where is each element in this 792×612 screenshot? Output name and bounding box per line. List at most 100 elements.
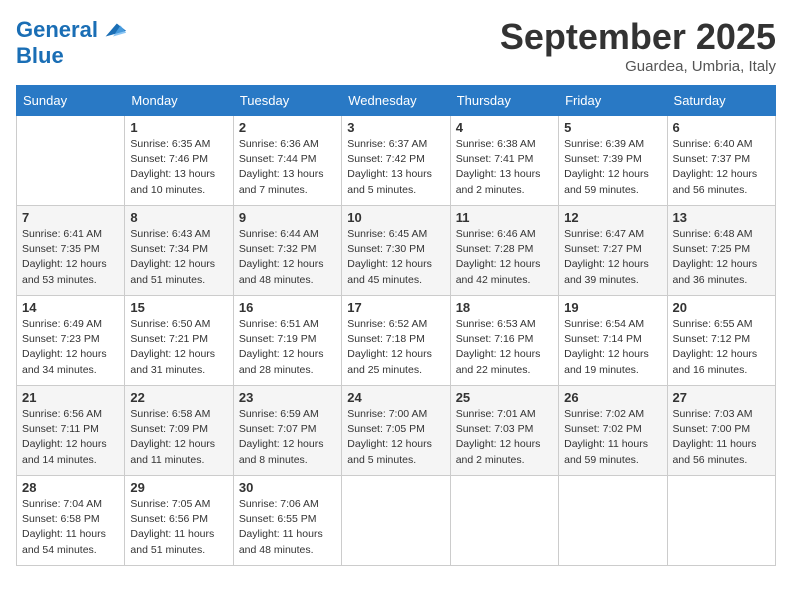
calendar-week-row: 1 Sunrise: 6:35 AMSunset: 7:46 PMDaylight…	[17, 116, 776, 206]
calendar-cell: 4 Sunrise: 6:38 AMSunset: 7:41 PMDaylight…	[450, 116, 558, 206]
cell-info: Sunrise: 7:04 AMSunset: 6:58 PMDaylight:…	[22, 497, 119, 558]
day-number: 22	[130, 390, 227, 405]
cell-info: Sunrise: 6:59 AMSunset: 7:07 PMDaylight:…	[239, 407, 336, 468]
calendar-week-row: 21 Sunrise: 6:56 AMSunset: 7:11 PMDayligh…	[17, 386, 776, 476]
calendar-cell: 12 Sunrise: 6:47 AMSunset: 7:27 PMDayligh…	[559, 206, 667, 296]
cell-info: Sunrise: 6:52 AMSunset: 7:18 PMDaylight:…	[347, 317, 444, 378]
header-day-tuesday: Tuesday	[233, 86, 341, 116]
day-number: 23	[239, 390, 336, 405]
logo-line1: General	[16, 17, 98, 42]
calendar-cell: 30Sunrise: 7:06 AMSunset: 6:55 PMDayligh…	[233, 476, 341, 566]
cell-info: Sunrise: 7:03 AMSunset: 7:00 PMDaylight:…	[673, 407, 770, 468]
logo-line2: Blue	[16, 44, 64, 68]
cell-info: Sunrise: 6:37 AMSunset: 7:42 PMDaylight:…	[347, 137, 444, 198]
logo: General Blue	[16, 16, 128, 68]
header-day-wednesday: Wednesday	[342, 86, 450, 116]
day-number: 12	[564, 210, 661, 225]
cell-info: Sunrise: 6:36 AMSunset: 7:44 PMDaylight:…	[239, 137, 336, 198]
calendar-cell	[342, 476, 450, 566]
cell-info: Sunrise: 6:51 AMSunset: 7:19 PMDaylight:…	[239, 317, 336, 378]
day-number: 4	[456, 120, 553, 135]
day-number: 25	[456, 390, 553, 405]
calendar-cell: 20Sunrise: 6:55 AMSunset: 7:12 PMDayligh…	[667, 296, 775, 386]
day-number: 7	[22, 210, 119, 225]
calendar-cell: 17 Sunrise: 6:52 AMSunset: 7:18 PMDayligh…	[342, 296, 450, 386]
cell-info: Sunrise: 6:44 AMSunset: 7:32 PMDaylight:…	[239, 227, 336, 288]
day-number: 17	[347, 300, 444, 315]
cell-info: Sunrise: 6:35 AMSunset: 7:46 PMDaylight:…	[130, 137, 227, 198]
calendar-cell: 16 Sunrise: 6:51 AMSunset: 7:19 PMDayligh…	[233, 296, 341, 386]
day-number: 3	[347, 120, 444, 135]
day-number: 11	[456, 210, 553, 225]
calendar-cell: 5 Sunrise: 6:39 AMSunset: 7:39 PMDaylight…	[559, 116, 667, 206]
calendar-cell: 18Sunrise: 6:53 AMSunset: 7:16 PMDayligh…	[450, 296, 558, 386]
logo-icon	[100, 16, 128, 44]
cell-info: Sunrise: 6:46 AMSunset: 7:28 PMDaylight:…	[456, 227, 553, 288]
day-number: 13	[673, 210, 770, 225]
page-header: General Blue September 2025 Guardea, Umb…	[16, 16, 776, 75]
calendar-cell: 9 Sunrise: 6:44 AMSunset: 7:32 PMDaylight…	[233, 206, 341, 296]
logo-text: General	[16, 18, 98, 42]
cell-info: Sunrise: 7:02 AMSunset: 7:02 PMDaylight:…	[564, 407, 661, 468]
cell-info: Sunrise: 6:56 AMSunset: 7:11 PMDaylight:…	[22, 407, 119, 468]
cell-info: Sunrise: 6:48 AMSunset: 7:25 PMDaylight:…	[673, 227, 770, 288]
calendar-cell: 24 Sunrise: 7:00 AMSunset: 7:05 PMDayligh…	[342, 386, 450, 476]
calendar-cell: 22 Sunrise: 6:58 AMSunset: 7:09 PMDayligh…	[125, 386, 233, 476]
day-number: 19	[564, 300, 661, 315]
day-number: 15	[130, 300, 227, 315]
calendar-cell: 13 Sunrise: 6:48 AMSunset: 7:25 PMDayligh…	[667, 206, 775, 296]
calendar-cell: 15 Sunrise: 6:50 AMSunset: 7:21 PMDayligh…	[125, 296, 233, 386]
header-day-sunday: Sunday	[17, 86, 125, 116]
calendar-cell: 28 Sunrise: 7:04 AMSunset: 6:58 PMDayligh…	[17, 476, 125, 566]
day-number: 29	[130, 480, 227, 495]
cell-info: Sunrise: 6:50 AMSunset: 7:21 PMDaylight:…	[130, 317, 227, 378]
day-number: 21	[22, 390, 119, 405]
calendar-week-row: 28 Sunrise: 7:04 AMSunset: 6:58 PMDayligh…	[17, 476, 776, 566]
calendar-cell: 8 Sunrise: 6:43 AMSunset: 7:34 PMDaylight…	[125, 206, 233, 296]
calendar-cell: 10Sunrise: 6:45 AMSunset: 7:30 PMDayligh…	[342, 206, 450, 296]
header-day-monday: Monday	[125, 86, 233, 116]
day-number: 28	[22, 480, 119, 495]
day-number: 26	[564, 390, 661, 405]
calendar-cell: 19 Sunrise: 6:54 AMSunset: 7:14 PMDayligh…	[559, 296, 667, 386]
location: Guardea, Umbria, Italy	[500, 58, 776, 75]
day-number: 20	[673, 300, 770, 315]
calendar-cell: 23 Sunrise: 6:59 AMSunset: 7:07 PMDayligh…	[233, 386, 341, 476]
calendar-week-row: 14 Sunrise: 6:49 AMSunset: 7:23 PMDayligh…	[17, 296, 776, 386]
cell-info: Sunrise: 6:43 AMSunset: 7:34 PMDaylight:…	[130, 227, 227, 288]
calendar-cell: 25Sunrise: 7:01 AMSunset: 7:03 PMDayligh…	[450, 386, 558, 476]
day-number: 1	[130, 120, 227, 135]
cell-info: Sunrise: 7:05 AMSunset: 6:56 PMDaylight:…	[130, 497, 227, 558]
calendar-week-row: 7Sunrise: 6:41 AMSunset: 7:35 PMDaylight…	[17, 206, 776, 296]
calendar-table: SundayMondayTuesdayWednesdayThursdayFrid…	[16, 85, 776, 566]
day-number: 8	[130, 210, 227, 225]
calendar-header-row: SundayMondayTuesdayWednesdayThursdayFrid…	[17, 86, 776, 116]
day-number: 27	[673, 390, 770, 405]
cell-info: Sunrise: 6:38 AMSunset: 7:41 PMDaylight:…	[456, 137, 553, 198]
calendar-cell: 14 Sunrise: 6:49 AMSunset: 7:23 PMDayligh…	[17, 296, 125, 386]
day-number: 16	[239, 300, 336, 315]
calendar-cell: 6Sunrise: 6:40 AMSunset: 7:37 PMDaylight…	[667, 116, 775, 206]
cell-info: Sunrise: 6:53 AMSunset: 7:16 PMDaylight:…	[456, 317, 553, 378]
day-number: 9	[239, 210, 336, 225]
header-day-friday: Friday	[559, 86, 667, 116]
cell-info: Sunrise: 7:00 AMSunset: 7:05 PMDaylight:…	[347, 407, 444, 468]
cell-info: Sunrise: 6:40 AMSunset: 7:37 PMDaylight:…	[673, 137, 770, 198]
day-number: 14	[22, 300, 119, 315]
month-title: September 2025	[500, 16, 776, 58]
calendar-cell	[667, 476, 775, 566]
day-number: 10	[347, 210, 444, 225]
cell-info: Sunrise: 6:58 AMSunset: 7:09 PMDaylight:…	[130, 407, 227, 468]
day-number: 24	[347, 390, 444, 405]
calendar-cell: 2Sunrise: 6:36 AMSunset: 7:44 PMDaylight…	[233, 116, 341, 206]
cell-info: Sunrise: 6:47 AMSunset: 7:27 PMDaylight:…	[564, 227, 661, 288]
calendar-cell: 27 Sunrise: 7:03 AMSunset: 7:00 PMDayligh…	[667, 386, 775, 476]
cell-info: Sunrise: 6:39 AMSunset: 7:39 PMDaylight:…	[564, 137, 661, 198]
calendar-cell: 3 Sunrise: 6:37 AMSunset: 7:42 PMDaylight…	[342, 116, 450, 206]
calendar-cell: 26 Sunrise: 7:02 AMSunset: 7:02 PMDayligh…	[559, 386, 667, 476]
day-number: 5	[564, 120, 661, 135]
calendar-cell	[559, 476, 667, 566]
cell-info: Sunrise: 6:49 AMSunset: 7:23 PMDaylight:…	[22, 317, 119, 378]
cell-info: Sunrise: 7:06 AMSunset: 6:55 PMDaylight:…	[239, 497, 336, 558]
cell-info: Sunrise: 6:54 AMSunset: 7:14 PMDaylight:…	[564, 317, 661, 378]
